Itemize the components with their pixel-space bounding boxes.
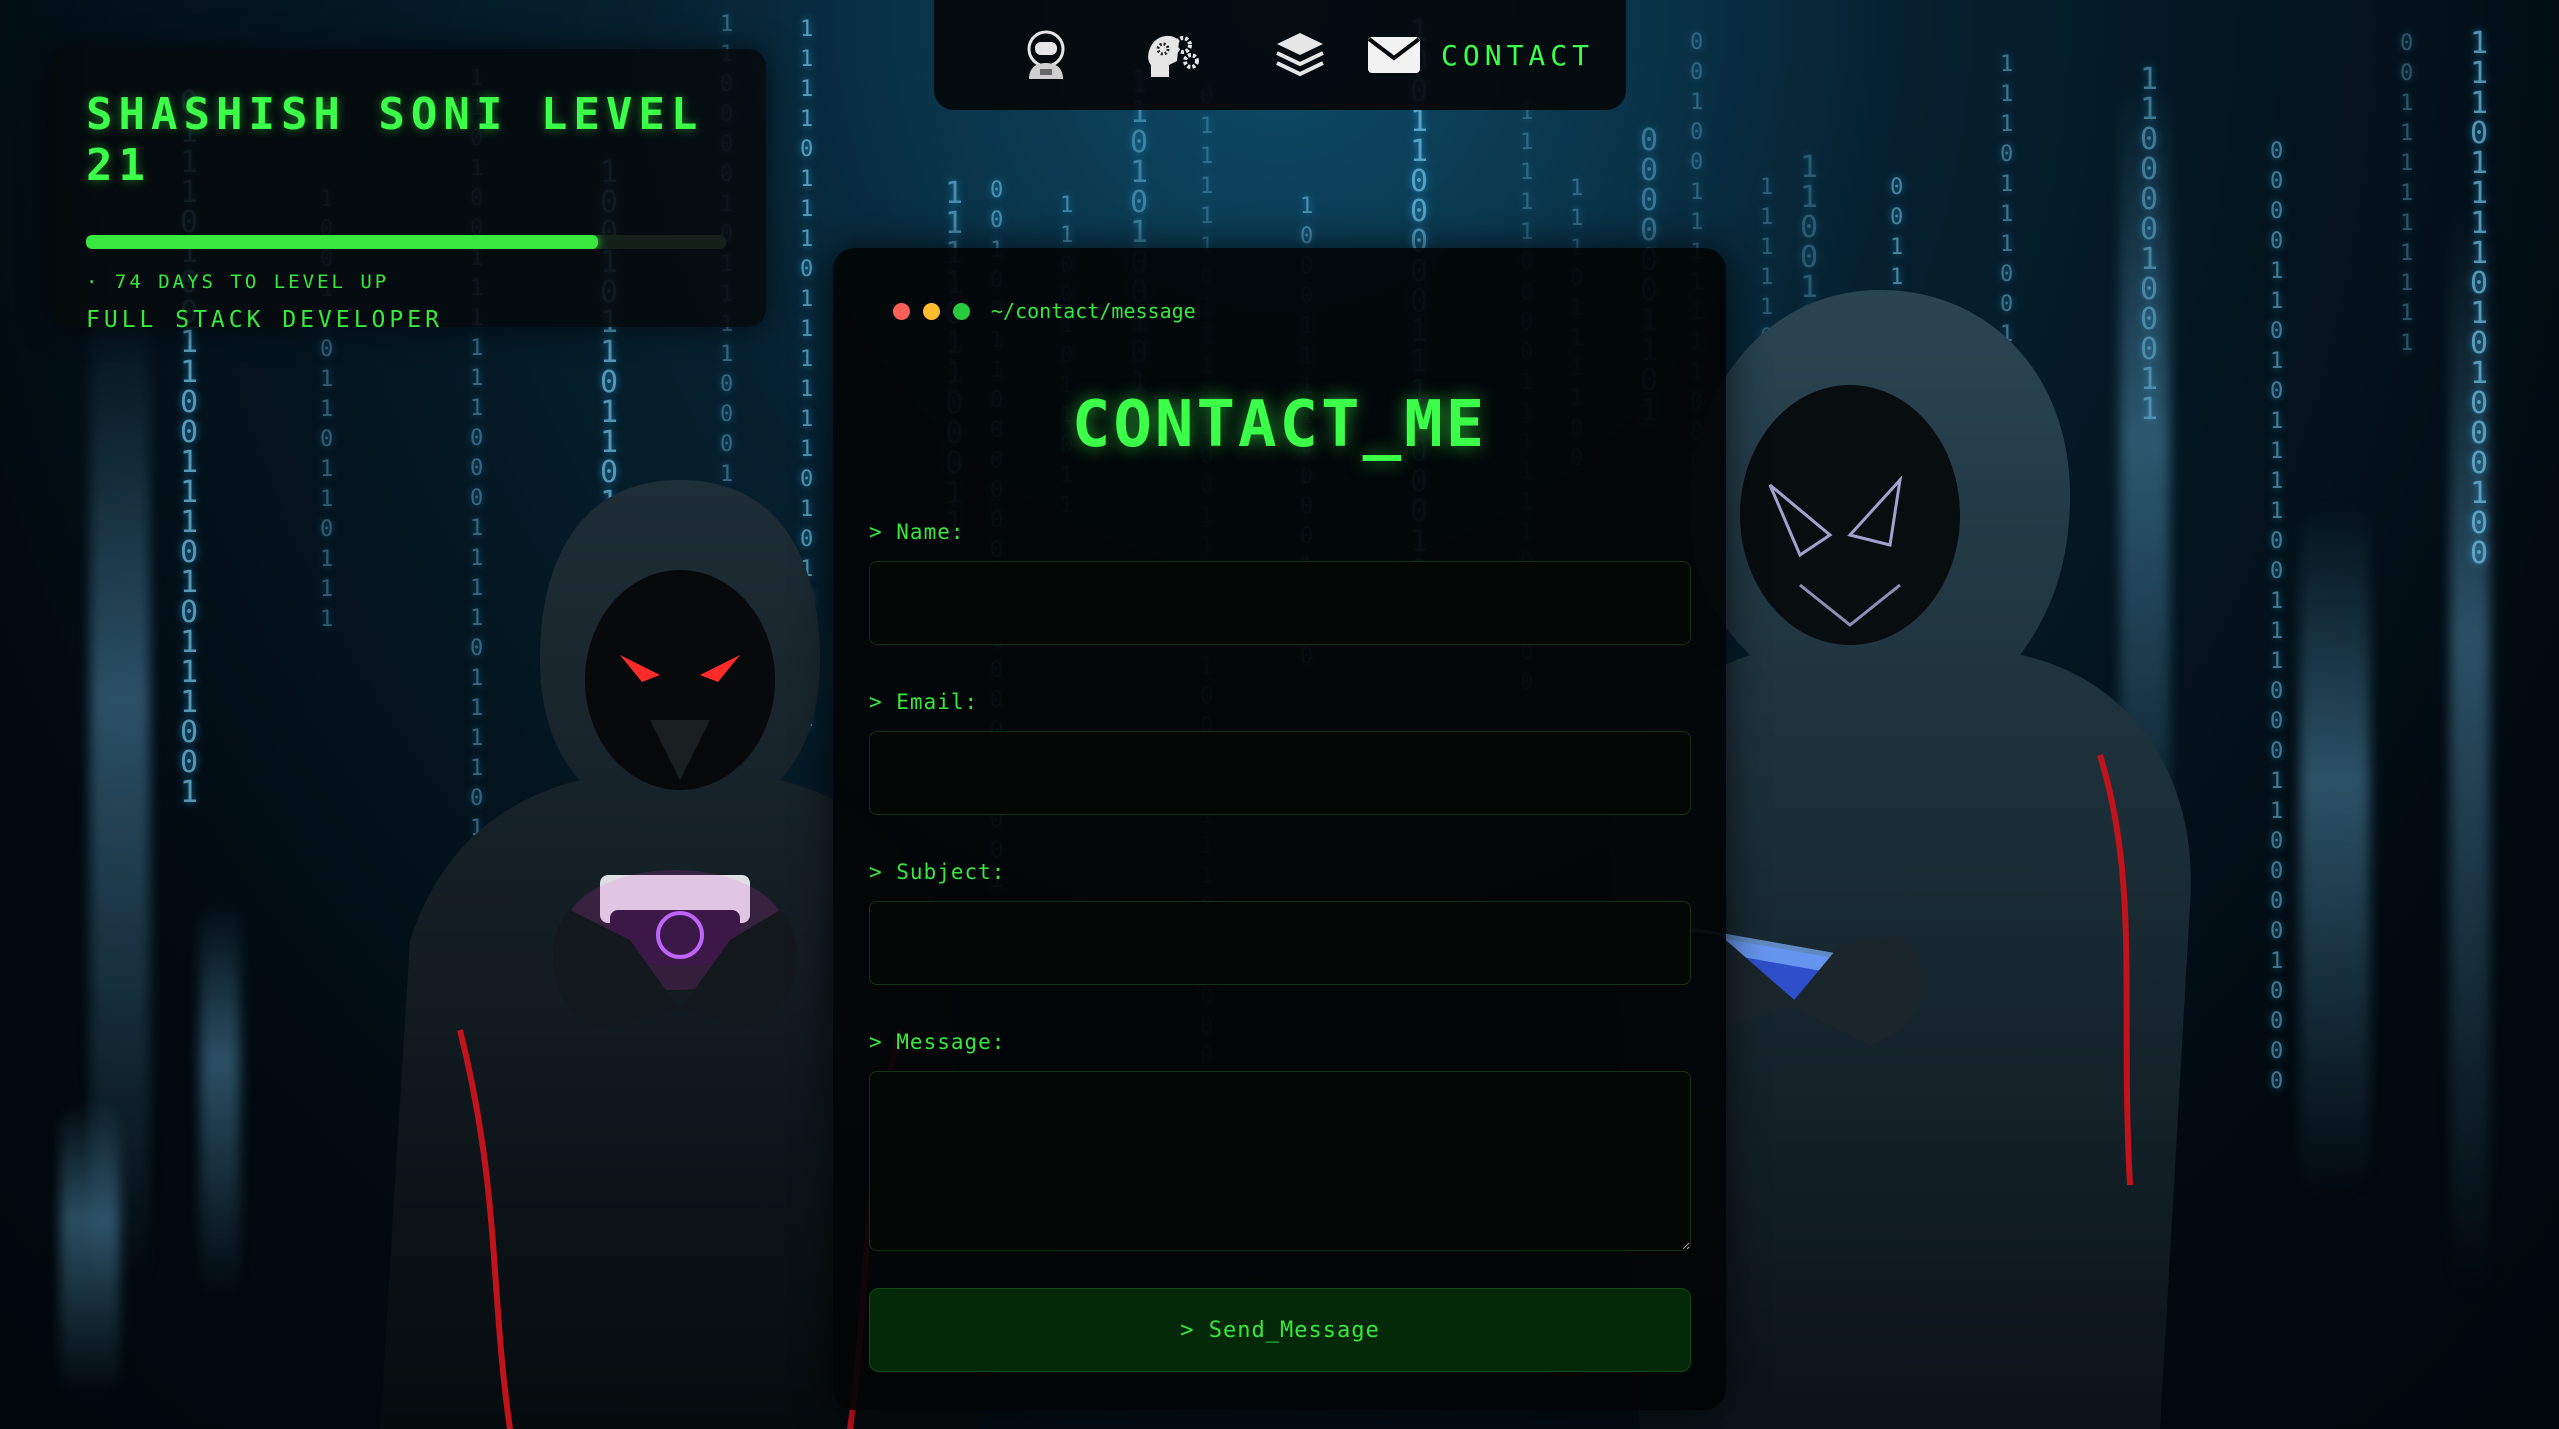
name-input[interactable] (869, 561, 1691, 645)
background-bokeh (2300, 500, 2370, 1200)
close-window-dot[interactable] (893, 302, 910, 320)
message-textarea[interactable] (869, 1071, 1691, 1251)
nav-contact-label: CONTACT (1441, 38, 1595, 72)
contact-panel: ~/contact/message CONTACT_ME > Name: > E… (833, 248, 1726, 1410)
layers-icon (1275, 33, 1324, 77)
maximize-window-dot[interactable] (953, 302, 970, 320)
matrix-rain-column: 0 0 1 1 1 1 1 1 1 1 1 (2400, 31, 2414, 356)
email-label: > Email: (869, 690, 979, 714)
top-nav: CONTACT (934, 0, 1626, 110)
subject-input[interactable] (869, 901, 1691, 985)
message-label: > Message: (869, 1030, 1006, 1054)
name-label: > Name: (869, 520, 965, 544)
terminal-titlebar: ~/contact/message (893, 299, 1196, 323)
role-subtitle: FULL STACK DEVELOPER (86, 307, 443, 333)
contact-title: CONTACT_ME (1071, 388, 1488, 462)
level-title: SHASHISH SONI LEVEL 21 (86, 89, 704, 191)
nav-item-about[interactable] (982, 29, 1109, 81)
xp-progress-fill (86, 235, 598, 249)
background-bokeh (2450, 200, 2490, 1300)
brain-gears-icon (1147, 35, 1199, 77)
nav-item-skills[interactable] (1109, 31, 1236, 79)
level-card: SHASHISH SONI LEVEL 21 · 74 DAYS TO LEVE… (50, 49, 766, 333)
minimize-window-dot[interactable] (923, 302, 940, 320)
matrix-rain-column: 0 0 0 0 1 1 0 1 0 1 1 1 1 0 0 1 1 1 0 0 … (2270, 139, 2284, 1094)
subject-label: > Subject: (869, 860, 1006, 884)
astronaut-icon (1027, 30, 1064, 79)
send-message-button[interactable]: > Send_Message (869, 1288, 1691, 1372)
days-to-level-up: · 74 DAYS TO LEVEL UP (86, 271, 390, 293)
email-input[interactable] (869, 731, 1691, 815)
background-bokeh (200, 900, 240, 1300)
terminal-path: ~/contact/message (991, 299, 1196, 323)
xp-progress-bar (86, 235, 726, 249)
nav-item-contact[interactable]: CONTACT (1367, 36, 1594, 74)
envelope-icon (1367, 37, 1421, 73)
nav-item-projects[interactable] (1236, 31, 1363, 79)
background-bokeh (60, 1100, 120, 1400)
